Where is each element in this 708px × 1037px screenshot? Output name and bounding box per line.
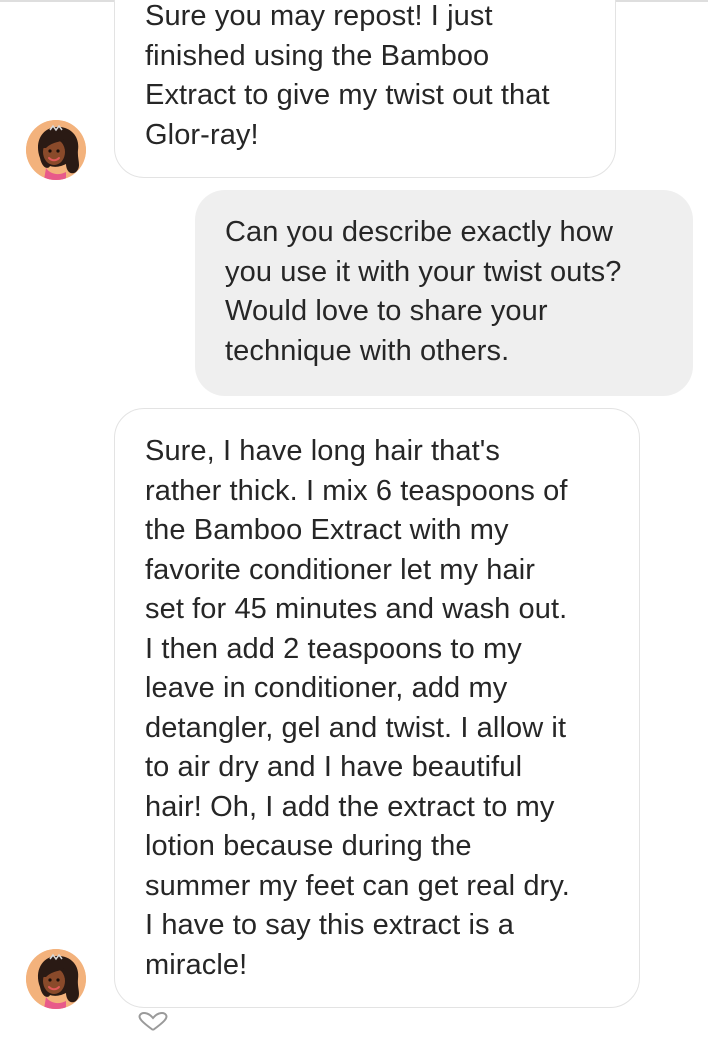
outgoing-message-bubble[interactable]: Can you describe exactly how you use it … [195, 190, 693, 396]
message-text-line: to air dry and I have beautiful [145, 751, 523, 783]
message-text-line: the Bamboo Extract with my [145, 514, 509, 546]
sender-avatar[interactable] [26, 120, 86, 180]
message-text-line: Can you describe exactly how [225, 216, 614, 248]
cartoon-woman-avatar-icon [26, 120, 86, 180]
message-text-line: favorite conditioner let my hair [145, 553, 536, 586]
message-text-line: leave in conditioner, add my [145, 672, 508, 704]
cartoon-woman-avatar-icon [26, 949, 86, 1009]
message-text-line: Sure, I have long hair that's [145, 435, 501, 467]
message-text-line: finished using the Bamboo [145, 39, 490, 72]
message-text-line: summer my feet can get real dry. [145, 869, 570, 902]
message-text-line: miracle! [145, 948, 248, 981]
incoming-message-bubble[interactable]: Sure you may repost! I just finished usi… [114, 0, 616, 178]
message-text-line: set for 45 minutes and wash out. [145, 593, 568, 625]
message-text-line: hair! Oh, I add the extract to my [145, 790, 555, 823]
message-text-line: technique with others. [225, 334, 510, 367]
incoming-message-bubble[interactable]: Sure, I have long hair that's rather thi… [114, 408, 640, 1008]
message-text-line: lotion because during the [145, 830, 472, 862]
message-text-line: Would love to share your [225, 295, 548, 327]
message-text-line: Glor-ray! [145, 118, 259, 151]
message-text-line: I have to say this extract is a [145, 909, 514, 941]
message-text-line: you use it with your twist outs? [225, 255, 622, 288]
sender-avatar[interactable] [26, 949, 86, 1009]
message-text-line: I then add 2 teaspoons to my [145, 632, 522, 665]
message-text-line: Sure you may repost! I just [145, 0, 493, 32]
heart-icon[interactable] [136, 1012, 170, 1032]
message-text-line: Extract to give my twist out that [145, 79, 550, 111]
message-text-line: rather thick. I mix 6 teaspoons of [145, 474, 568, 507]
message-text-line: detangler, gel and twist. I allow it [145, 711, 567, 744]
